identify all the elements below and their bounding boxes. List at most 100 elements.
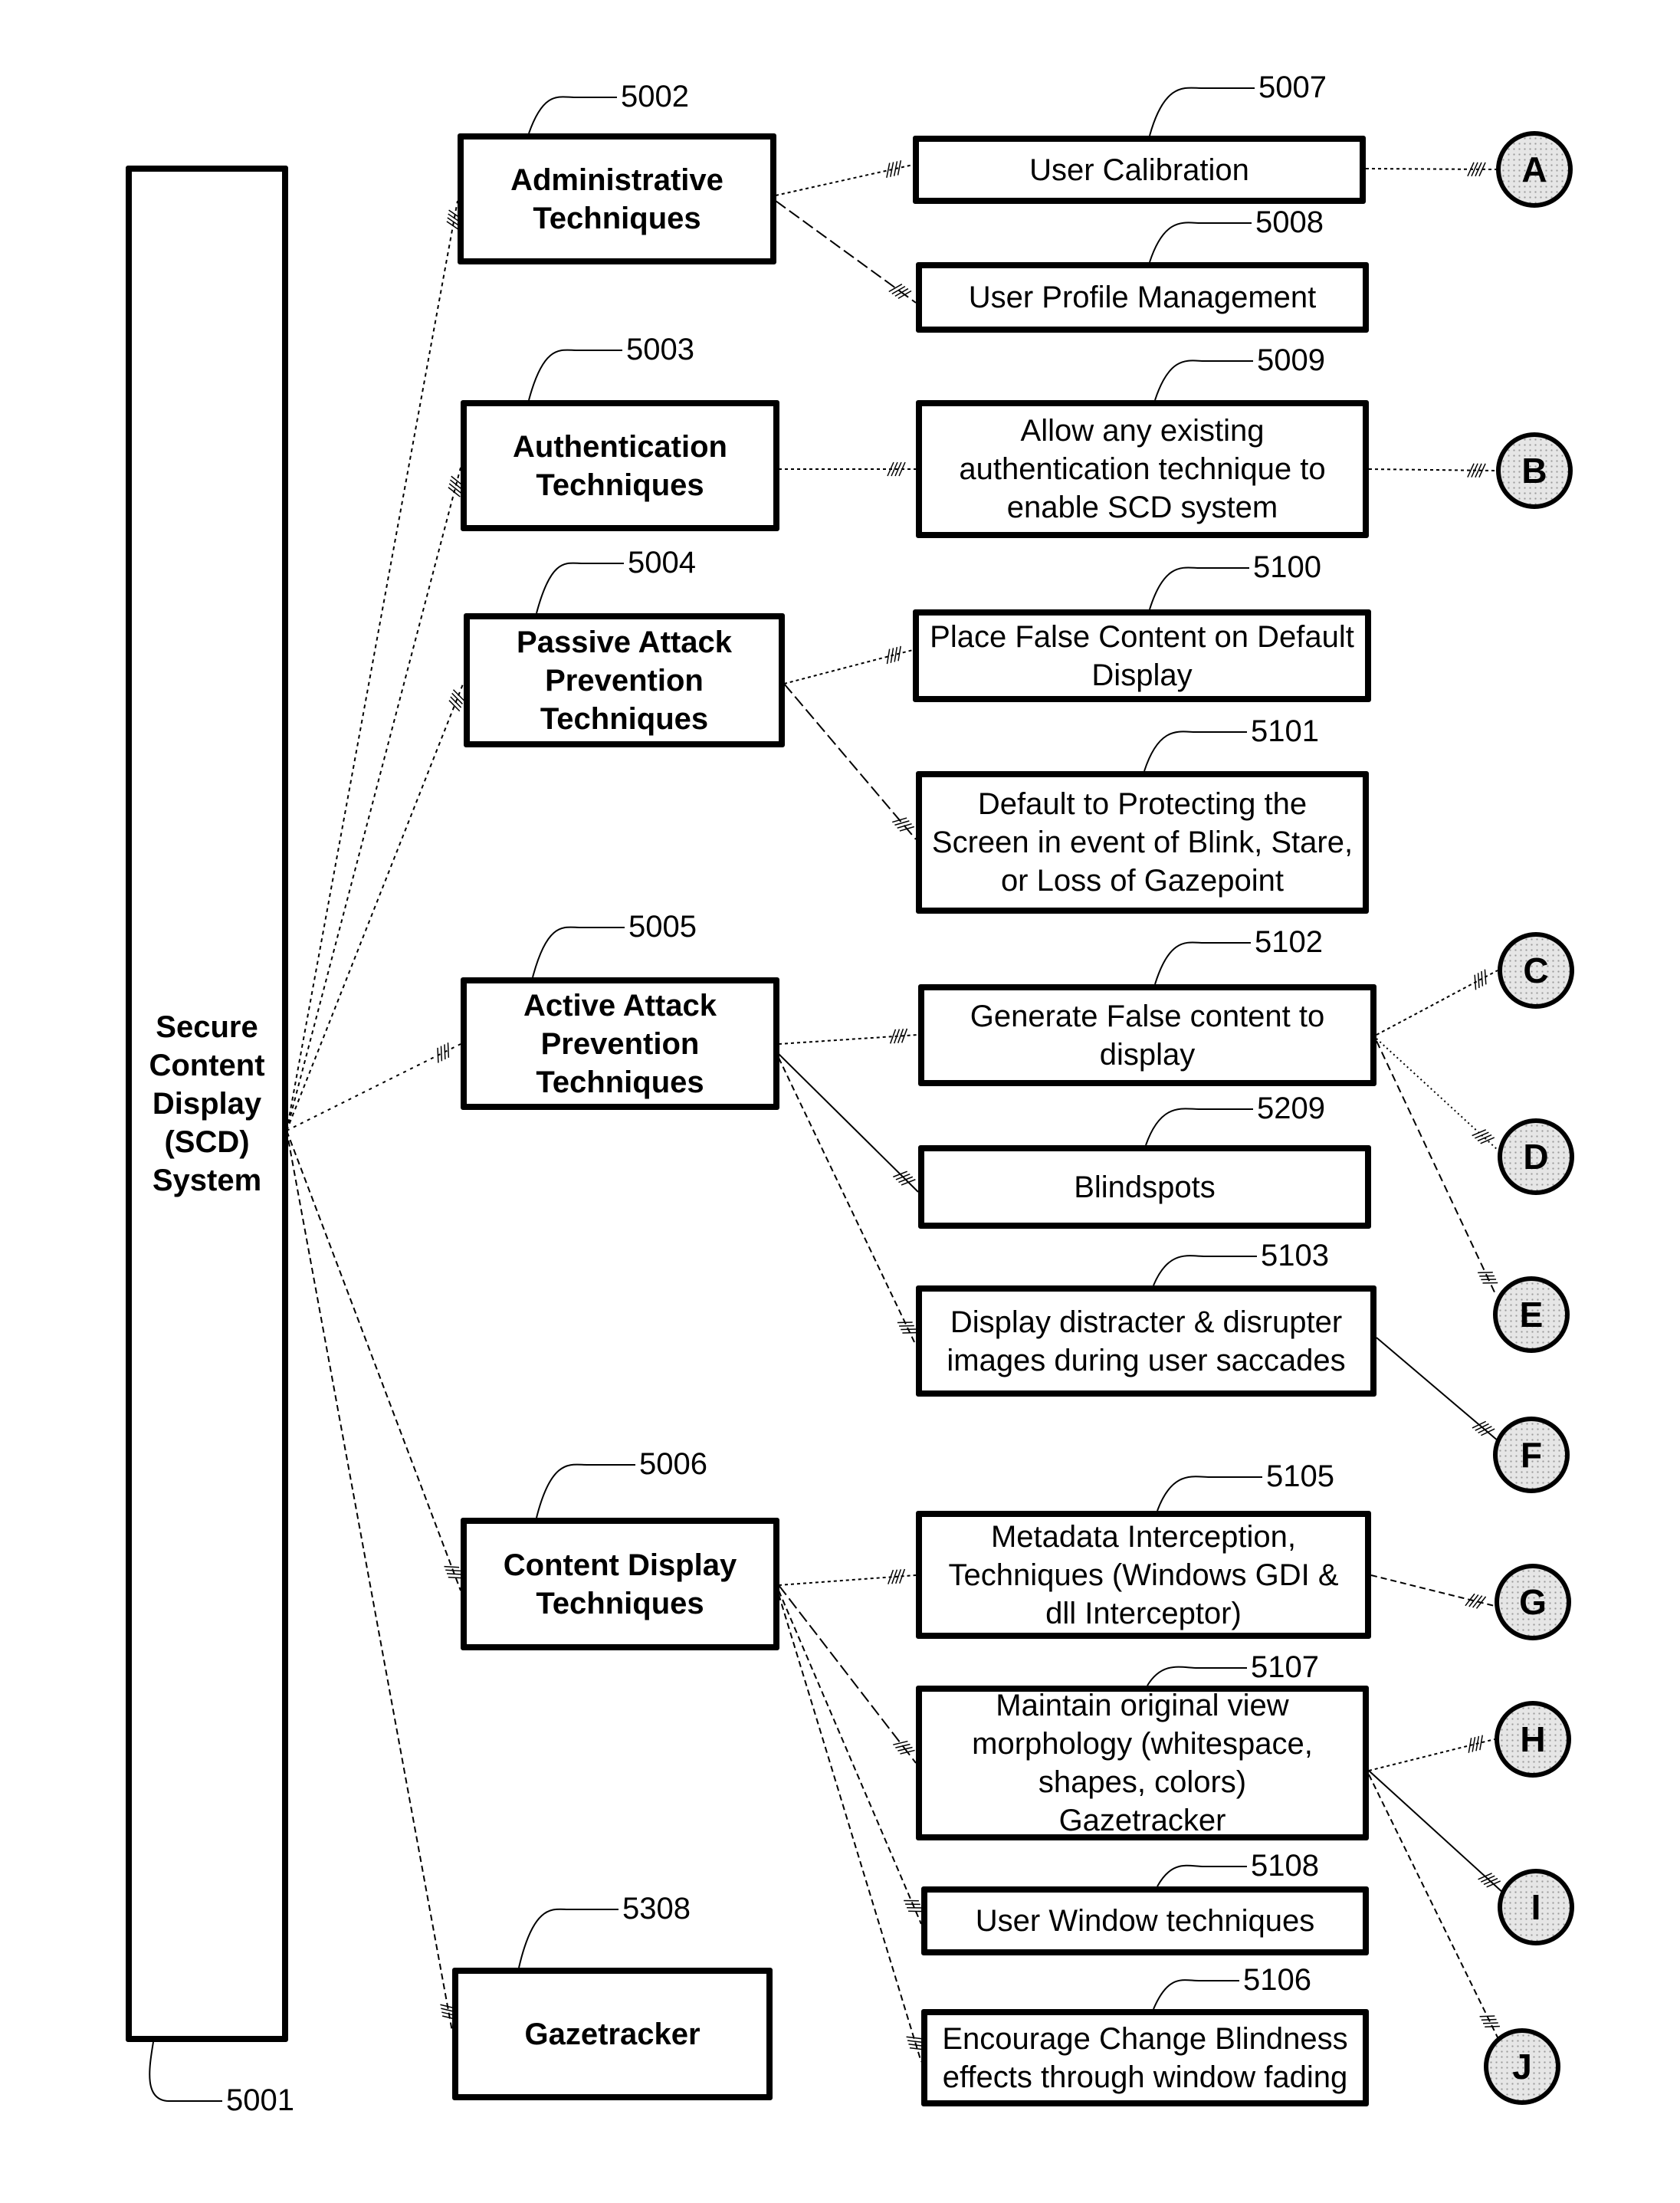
arrow-hatch [1475, 1596, 1487, 1609]
technique-place-false-content: Place False Content on Default Display [913, 609, 1371, 702]
leader-5001 [149, 2041, 222, 2102]
arrow-hatch [894, 820, 910, 826]
arrow-hatch [1485, 2025, 1500, 2027]
arrow-hatch [894, 646, 898, 662]
leader-5100 [1149, 566, 1249, 610]
arrow-hatch [1475, 1423, 1489, 1431]
arrow-hatch [886, 163, 891, 179]
edge-generate-c [1376, 970, 1498, 1036]
leader-5004 [536, 562, 624, 614]
ref-5008: 5008 [1255, 205, 1324, 239]
edge-content-maintain [778, 1584, 917, 1764]
edge-content-encourage [778, 1594, 922, 2063]
ref-5209: 5209 [1257, 1092, 1325, 1125]
connector-a: A [1496, 131, 1573, 208]
category-label: Administrative Techniques [510, 163, 724, 235]
leader-5009 [1154, 360, 1253, 401]
edge-generate-e [1376, 1040, 1497, 1296]
arrow-hatch [1479, 2015, 1495, 2018]
ref-5005: 5005 [628, 910, 697, 944]
arrow-hatch [899, 1325, 914, 1327]
ref-5004: 5004 [628, 546, 696, 579]
leader-5008 [1149, 222, 1252, 263]
edge-maintain-j [1368, 1774, 1499, 2040]
edge-passive-default [783, 683, 917, 840]
edge-active-distract [778, 1057, 917, 1346]
ref-5103: 5103 [1261, 1239, 1329, 1272]
technique-display-distracter-images: Display distracter & disrupter images dur… [916, 1285, 1376, 1397]
arrow-hatch [1468, 1594, 1479, 1607]
connector-d: D [1498, 1118, 1574, 1195]
technique-label: Display distracter & disrupter images dur… [947, 1305, 1346, 1377]
technique-label: Metadata Interception, Techniques (Window… [948, 1519, 1339, 1630]
category-active-attack-prevention: Active Attack Prevention Techniques [461, 977, 779, 1110]
technique-metadata-interception: Metadata Interception, Techniques (Window… [916, 1511, 1371, 1639]
edge-scd-passive [286, 681, 464, 1131]
leader-5003 [528, 349, 622, 401]
arrow-hatch [897, 822, 912, 829]
arrow-hatch [1481, 970, 1484, 987]
ref-5102: 5102 [1255, 925, 1323, 959]
category-authentication-techniques: Authentication Techniques [461, 400, 779, 531]
ref-5308: 5308 [622, 1892, 691, 1926]
arrow-hatch [448, 483, 462, 494]
ref-5108: 5108 [1251, 1849, 1319, 1883]
edge-scd-auth [286, 467, 461, 1131]
technique-label: Encourage Change Blindness effects throug… [942, 2021, 1348, 2094]
edge-scd-content [286, 1130, 461, 1591]
arrow-hatch [1481, 2018, 1497, 2021]
scd-system-label: Secure Content Display (SCD) System [149, 1010, 265, 1197]
technique-label: Place False Content on Default Display [930, 619, 1354, 692]
technique-user-window: User Window techniques [921, 1886, 1369, 1955]
arrow-hatch [899, 826, 915, 832]
technique-label: Generate False content to display [970, 999, 1325, 1072]
arrow-hatch [448, 700, 461, 712]
ref-5100: 5100 [1253, 550, 1321, 584]
leader-5103 [1153, 1255, 1257, 1286]
arrow-hatch [450, 696, 462, 708]
technique-label: Maintain original view morphology (whites… [972, 1689, 1313, 1837]
category-content-display-techniques: Content Display Techniques [461, 1518, 779, 1650]
leader-5308 [518, 1908, 619, 1968]
arrow-hatch [1477, 973, 1480, 989]
arrow-hatch [452, 689, 464, 701]
connector-c: C [1498, 932, 1574, 1009]
technique-generate-false-content: Generate False content to display [918, 984, 1376, 1086]
category-label: Passive Attack Prevention Techniques [517, 625, 732, 736]
arrow-hatch [1483, 2022, 1498, 2024]
connector-f: F [1493, 1417, 1570, 1493]
technique-allow-existing-authentication: Allow any existing authentication techniq… [916, 400, 1369, 538]
technique-blindspots: Blindspots [918, 1145, 1371, 1229]
leader-5002 [528, 96, 617, 134]
leader-5209 [1145, 1108, 1253, 1146]
connector-e: E [1493, 1276, 1570, 1353]
technique-label: User Calibration [1029, 153, 1249, 187]
edge-content-userwin [778, 1590, 922, 1925]
arrow-hatch [1478, 1426, 1492, 1434]
technique-maintain-original-view: Maintain original view morphology (whites… [916, 1686, 1369, 1840]
ref-5107: 5107 [1251, 1650, 1319, 1684]
edge-content-metadata [778, 1574, 917, 1586]
arrow-hatch [897, 160, 902, 176]
technique-label: User Window techniques [975, 1904, 1315, 1938]
arrow-hatch [1472, 1595, 1483, 1608]
connector-i: I [1498, 1869, 1574, 1945]
leader-5107 [1147, 1666, 1247, 1686]
leader-5106 [1153, 1979, 1239, 2010]
leader-5007 [1149, 87, 1255, 136]
edge-maintain-h [1368, 1738, 1495, 1771]
arrow-hatch [901, 1328, 916, 1331]
category-administrative-techniques: Administrative Techniques [458, 133, 776, 264]
arrow-hatch [445, 1569, 461, 1572]
leader-5005 [532, 926, 625, 978]
leader-5108 [1157, 1864, 1247, 1887]
ref-5007: 5007 [1258, 71, 1327, 104]
leader-5102 [1154, 941, 1251, 985]
arrow-hatch [451, 692, 463, 704]
technique-default-to-protecting-screen: Default to Protecting the Screen in event… [916, 771, 1369, 914]
ref-5105: 5105 [1266, 1459, 1334, 1493]
category-gazetracker: Gazetracker [452, 1968, 773, 2100]
arrow-hatch [1472, 1420, 1487, 1429]
technique-user-calibration: User Calibration [913, 136, 1366, 204]
category-label: Gazetracker [524, 2017, 701, 2051]
